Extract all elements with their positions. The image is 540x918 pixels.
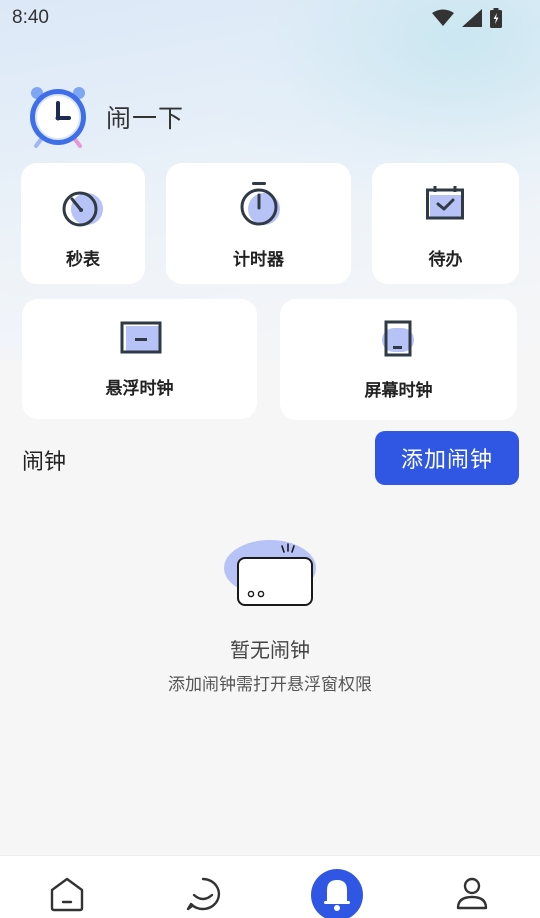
- status-time: 8:40: [12, 7, 49, 28]
- calendar-check-icon: [426, 186, 464, 220]
- app-header: 闹一下: [26, 84, 184, 150]
- nav-item-chat[interactable]: [184, 876, 222, 916]
- todo-card[interactable]: 待办: [372, 163, 519, 284]
- chat-icon: [186, 877, 221, 911]
- status-icons: [432, 8, 502, 28]
- timer-icon: [240, 182, 280, 226]
- cellular-signal-icon: [462, 9, 482, 27]
- nav-item-alarm[interactable]: [310, 868, 364, 918]
- home-icon: [50, 877, 84, 912]
- nav-item-home[interactable]: [48, 876, 86, 916]
- stopwatch-label: 秒表: [66, 250, 100, 270]
- person-icon: [456, 877, 488, 910]
- add-alarm-button[interactable]: 添加闹钟: [375, 431, 519, 485]
- status-bar: 8:40: [0, 0, 540, 36]
- app-name: 闹一下: [106, 104, 185, 133]
- stopwatch-icon: [62, 191, 103, 227]
- empty-state-subtitle: 添加闹钟需打开悬浮窗权限: [168, 675, 372, 695]
- screen-clock-icon: [382, 320, 414, 357]
- screen-clock-card[interactable]: 屏幕时钟: [280, 299, 517, 420]
- alarm-clock-logo-icon: [30, 87, 86, 148]
- bell-icon: [311, 869, 363, 918]
- floating-clock-icon: [120, 321, 162, 354]
- wifi-icon: [432, 9, 454, 26]
- alarm-section-title: 闹钟: [22, 450, 67, 475]
- floating-clock-card[interactable]: 悬浮时钟: [22, 299, 257, 419]
- nav-item-profile[interactable]: [454, 876, 490, 916]
- bottom-nav: [0, 855, 540, 918]
- screen-clock-label: 屏幕时钟: [364, 381, 433, 401]
- timer-label: 计时器: [233, 250, 284, 270]
- empty-alarm-illustration-icon: [224, 540, 316, 606]
- stopwatch-card[interactable]: 秒表: [21, 163, 145, 284]
- timer-card[interactable]: 计时器: [166, 163, 351, 284]
- todo-label: 待办: [428, 250, 463, 270]
- battery-icon: [490, 8, 502, 28]
- floating-clock-label: 悬浮时钟: [105, 379, 174, 399]
- empty-state-title: 暂无闹钟: [230, 638, 310, 662]
